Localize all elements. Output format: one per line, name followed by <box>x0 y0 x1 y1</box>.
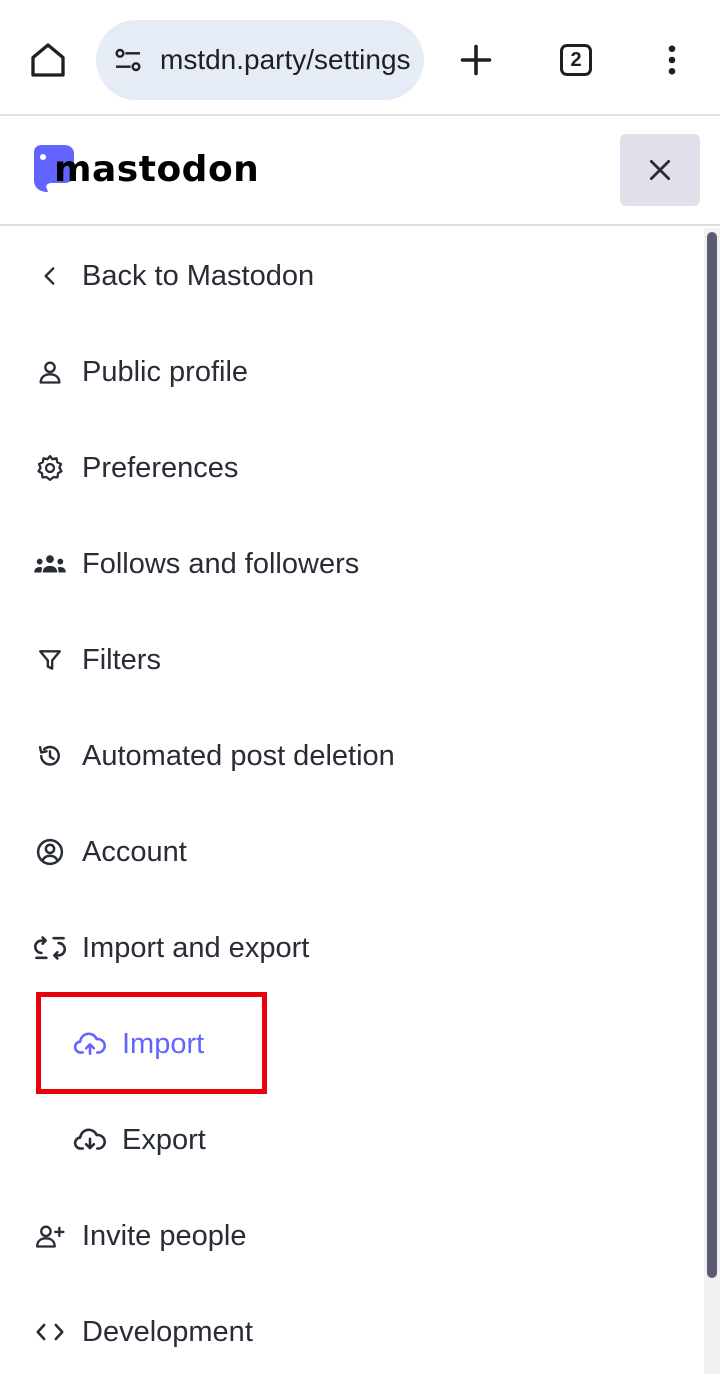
cloud-download-icon <box>72 1122 108 1158</box>
nav-item-export[interactable]: Export <box>0 1092 700 1188</box>
plus-icon <box>460 44 492 76</box>
close-menu-button[interactable] <box>620 134 700 206</box>
import-export-icon <box>32 930 68 966</box>
nav-item-label: Automated post deletion <box>82 739 395 772</box>
nav-item-label: Invite people <box>82 1219 247 1252</box>
nav-item-public-profile[interactable]: Public profile <box>0 324 700 420</box>
nav-item-label: Development <box>82 1315 253 1348</box>
tune-icon[interactable] <box>112 44 144 76</box>
nav-item-label: Export <box>122 1123 206 1156</box>
highlight-box <box>36 992 267 1094</box>
person-icon <box>32 354 68 390</box>
filter-icon <box>32 642 68 678</box>
address-bar[interactable]: mstdn.party/settings/import <box>96 20 424 100</box>
group-icon <box>32 546 68 582</box>
gear-icon <box>32 450 68 486</box>
nav-item-label: Back to Mastodon <box>82 259 315 292</box>
scrollbar-thumb[interactable] <box>707 232 717 1278</box>
history-icon <box>32 738 68 774</box>
nav-item-follows[interactable]: Follows and followers <box>0 516 700 612</box>
site-header: mastodon <box>0 116 720 226</box>
nav-item-label: Follows and followers <box>82 547 360 580</box>
nav-item-label: Account <box>82 835 187 868</box>
nav-item-back[interactable]: Back to Mastodon <box>0 228 700 324</box>
nav-item-label: Filters <box>82 643 161 676</box>
nav-item-label: Preferences <box>82 451 239 484</box>
browser-menu-button[interactable] <box>642 30 702 90</box>
nav-item-development[interactable]: Development <box>0 1284 700 1380</box>
nav-item-label: Import and export <box>82 931 310 964</box>
browser-toolbar: mstdn.party/settings/import 2 <box>0 0 720 116</box>
nav-item-account[interactable]: Account <box>0 804 700 900</box>
close-icon <box>649 159 671 181</box>
tab-count: 2 <box>560 44 592 76</box>
account-circle-icon <box>32 834 68 870</box>
code-icon <box>32 1314 68 1350</box>
home-button[interactable] <box>18 30 78 90</box>
nav-item-preferences[interactable]: Preferences <box>0 420 700 516</box>
url-text[interactable]: mstdn.party/settings/import <box>160 44 410 76</box>
nav-item-automated-deletion[interactable]: Automated post deletion <box>0 708 700 804</box>
chevron-left-icon <box>32 258 68 294</box>
nav-item-invite-people[interactable]: Invite people <box>0 1188 700 1284</box>
person-add-icon <box>32 1218 68 1254</box>
nav-item-filters[interactable]: Filters <box>0 612 700 708</box>
more-vert-icon <box>668 45 676 75</box>
mastodon-logo[interactable]: mastodon <box>30 144 259 194</box>
home-icon <box>31 43 65 77</box>
nav-item-import-export[interactable]: Import and export <box>0 900 700 996</box>
nav-item-label: Public profile <box>82 355 249 388</box>
logo-text: mastodon <box>54 148 260 190</box>
new-tab-button[interactable] <box>446 30 506 90</box>
tab-switcher-button[interactable]: 2 <box>546 30 606 90</box>
